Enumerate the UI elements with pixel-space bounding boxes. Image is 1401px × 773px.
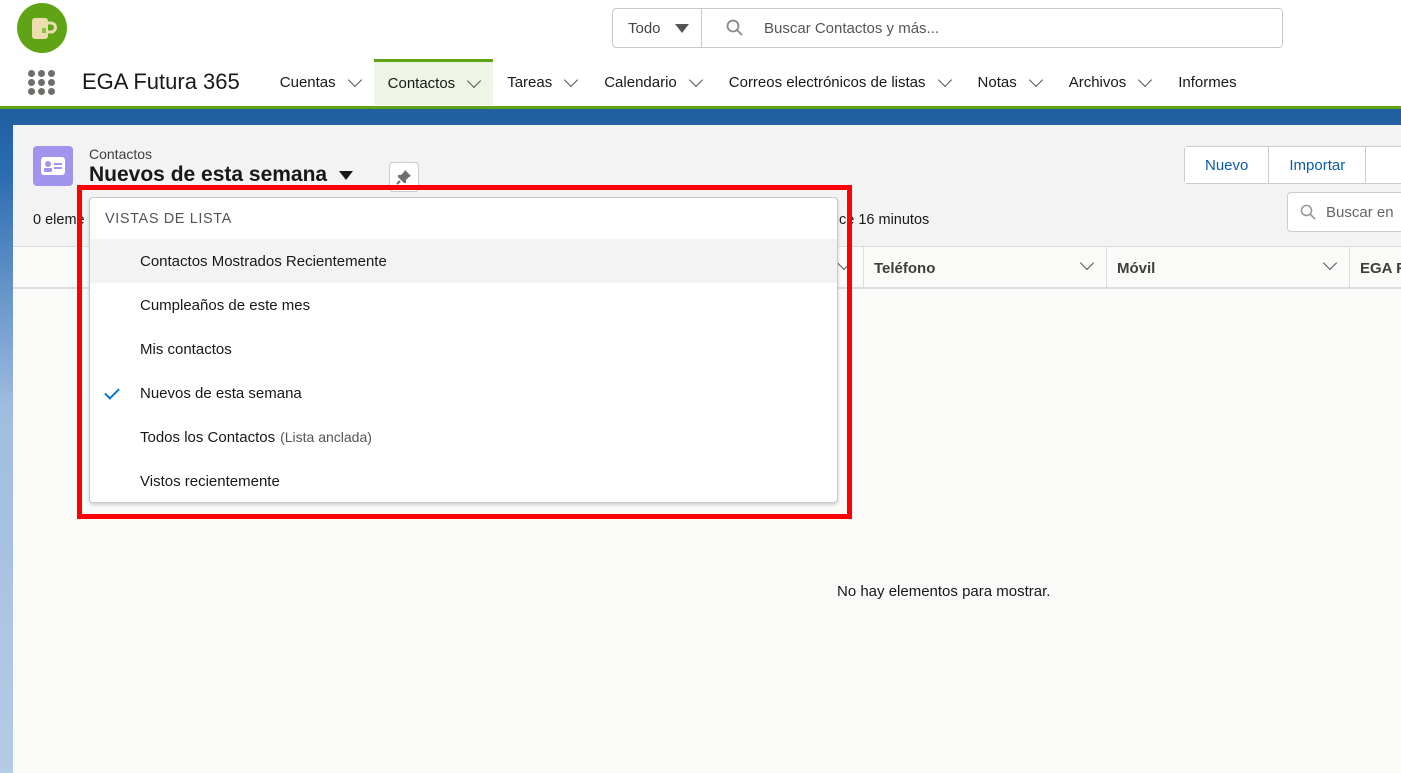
tab-cuentas[interactable]: Cuentas — [266, 59, 374, 105]
tab-tareas[interactable]: Tareas — [493, 59, 590, 105]
list-search-input[interactable]: Buscar en — [1287, 192, 1401, 232]
highlight-box — [77, 185, 852, 519]
list-view-selector[interactable]: Nuevos de esta semana — [89, 163, 354, 187]
chevron-down-icon — [564, 72, 579, 87]
chevron-down-icon — [1322, 255, 1338, 271]
search-scope-select[interactable]: Todo — [612, 8, 702, 48]
app-name: EGA Futura 365 — [82, 69, 240, 94]
chevron-down-icon — [688, 72, 703, 87]
chevron-down-icon — [347, 72, 362, 87]
tab-archivos[interactable]: Archivos — [1055, 59, 1165, 105]
chevron-down-icon — [1079, 255, 1095, 271]
chevron-down-icon — [937, 72, 952, 87]
action-buttons: Nuevo Importar — [1184, 146, 1401, 184]
contact-icon — [33, 146, 73, 186]
column-header-ega[interactable]: EGA F — [1349, 247, 1401, 289]
chevron-down-icon — [1028, 72, 1043, 87]
pin-icon — [396, 170, 411, 185]
chevron-down-icon — [1138, 72, 1153, 87]
tab-contactos[interactable]: Contactos — [373, 59, 494, 105]
empty-message: No hay elementos para mostrar. — [837, 583, 1051, 600]
nav-bar: EGA Futura 365 Cuentas Contactos Tareas … — [0, 58, 1401, 106]
search-icon — [726, 19, 743, 36]
tab-correos[interactable]: Correos electrónicos de listas — [715, 59, 964, 105]
app-logo[interactable] — [17, 3, 67, 53]
caret-down-icon — [339, 170, 354, 180]
search-icon — [1300, 204, 1316, 220]
app-launcher-icon[interactable] — [28, 69, 56, 95]
tab-calendario[interactable]: Calendario — [590, 59, 715, 105]
tab-informes[interactable]: Informes — [1164, 59, 1250, 105]
more-button[interactable] — [1366, 147, 1379, 183]
tab-notas[interactable]: Notas — [964, 59, 1055, 105]
object-label: Contactos — [89, 146, 153, 162]
import-button[interactable]: Importar — [1269, 147, 1367, 183]
caret-down-icon — [674, 23, 689, 33]
column-header-telefono[interactable]: Teléfono — [863, 247, 1106, 289]
chevron-down-icon — [467, 73, 482, 89]
list-updated-status: ce 16 minutos — [839, 212, 930, 228]
mug-icon — [32, 18, 57, 39]
column-header-movil[interactable]: Móvil — [1106, 247, 1349, 289]
new-button[interactable]: Nuevo — [1185, 147, 1270, 183]
global-search-input[interactable]: Buscar Contactos y más... — [701, 8, 1283, 48]
